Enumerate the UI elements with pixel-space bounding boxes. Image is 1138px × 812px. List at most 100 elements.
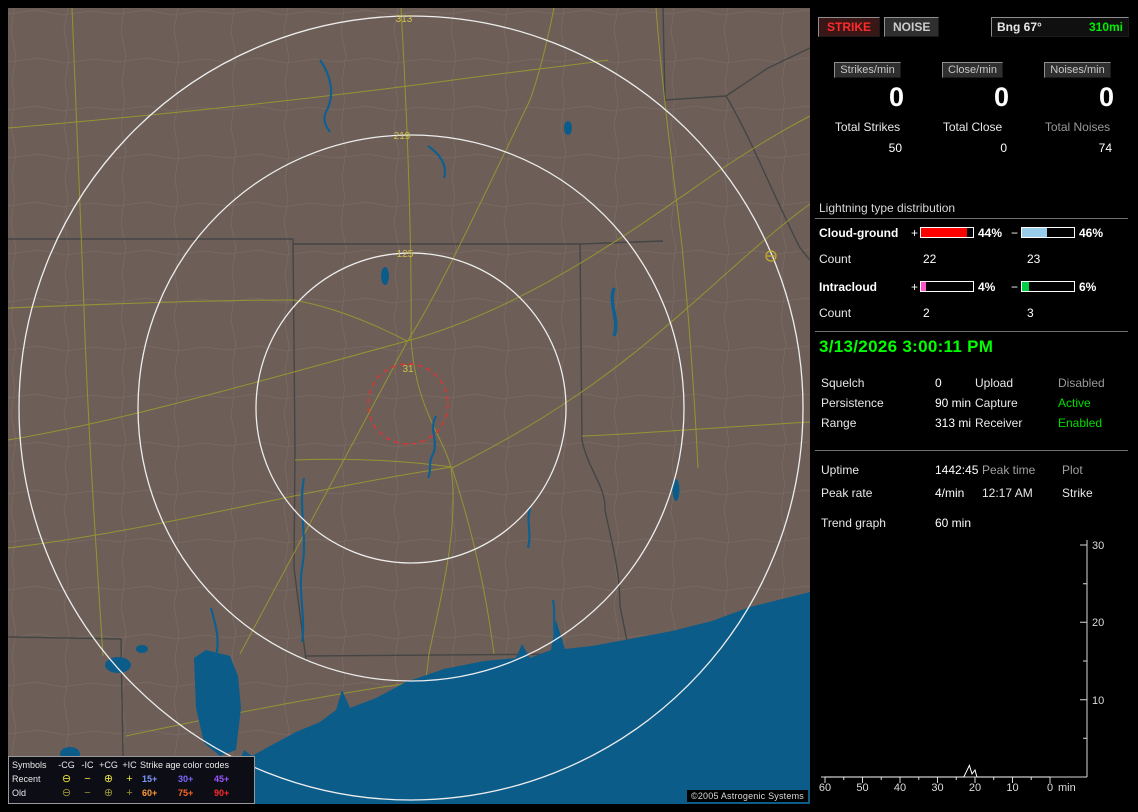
strikes-column: Strikes/min 0 Total Strikes 50 [815,62,920,155]
bearing-label: Bng 67° [997,20,1042,34]
ring-label-219: 219 [394,131,411,142]
cg-positive-count: 22 [923,252,937,266]
trend-x-labels: 60 50 40 30 20 10 0 min [819,782,1076,794]
squelch-label: Squelch [821,376,865,390]
close-per-min-header[interactable]: Close/min [942,62,1003,78]
divider [815,450,1128,451]
plot-value: Strike [1062,486,1093,500]
peak-time-value: 12:17 AM [982,486,1033,500]
squelch-value: 0 [935,376,942,390]
minus-sign: − [1011,226,1019,240]
ic-negative-pct: 6% [1079,280,1097,294]
intracloud-label: Intracloud [819,280,878,294]
svg-text:50: 50 [856,782,868,794]
map-view[interactable]: 313 219 125 31 Symbols -CG -IC +CG +IC S… [8,8,810,804]
neg-cg-recent-icon: ⊖ [61,772,72,785]
cg-positive-bar [920,227,974,238]
ic-positive-count: 2 [923,306,930,320]
minus-sign: − [1011,280,1019,294]
pos-ic-recent-icon: + [126,772,133,785]
strikes-per-min-header[interactable]: Strikes/min [834,62,901,78]
legend-symbols-header: Symbols [12,759,47,770]
map-svg: 313 219 125 31 [8,8,810,804]
ring-label-313: 313 [396,14,413,25]
ring-label-125: 125 [397,249,414,260]
nexstorm-app: { "map": { "ring_labels": ["313", "219",… [0,0,1138,812]
total-close-label: Total Close [942,120,1003,135]
settings-row: Range 313 mi Receiver Enabled [815,416,1131,430]
pos-ic-old-icon: + [126,786,133,799]
total-noises-value: 74 [1098,141,1112,156]
trend-axes [821,540,1088,783]
trend-series-line [825,764,1050,778]
legend-age-header: Strike age color codes [140,759,230,770]
peak-rate-value: 4/min [935,486,965,500]
svg-text:20: 20 [969,782,981,794]
total-close-value: 0 [1000,141,1007,156]
settings-row: Squelch 0 Upload Disabled [815,376,1131,390]
svg-text:40: 40 [894,782,906,794]
noises-per-min-header[interactable]: Noises/min [1044,62,1111,78]
legend-recent-label: Recent [12,773,41,784]
capture-status: Active [1058,396,1091,410]
age-15: 15+ [142,773,158,784]
datetime-display: 3/13/2026 3:00:11 PM [819,337,994,356]
stats-row: Peak rate 4/min 12:17 AM Strike [815,486,1131,500]
total-strikes-label: Total Strikes [834,120,901,135]
status-panel: STRIKE NOISE Bng 67° 310mi Strikes/min 0… [815,8,1131,804]
close-column: Close/min 0 Total Close 0 [920,62,1025,155]
trend-y-labels: 30 20 10 [1092,540,1104,707]
total-strikes-value: 50 [888,141,902,156]
legend-col-neg-cg: -CG [58,759,75,770]
age-75: 75+ [178,787,194,798]
peak-time-label: Peak time [982,463,1036,477]
plot-label: Plot [1062,463,1083,477]
ic-negative-bar-fill [1022,282,1029,291]
age-90: 90+ [214,787,230,798]
cloud-ground-label: Cloud-ground [819,226,899,240]
close-per-min-value: 0 [993,82,1009,112]
strike-button[interactable]: STRIKE [818,17,881,37]
receiver-status: Enabled [1058,416,1103,430]
noises-column: Noises/min 0 Total Noises 74 [1025,62,1130,155]
intracloud-count-row: Count 2 3 [815,306,1131,320]
total-noises-label: Total Noises [1044,120,1111,135]
peak-rate-label: Peak rate [821,486,873,500]
count-label: Count [819,306,852,320]
receiver-label: Receiver [975,416,1023,430]
settings-row: Persistence 90 min Capture Active [815,396,1131,410]
legend-old-row: Old ⊖ − ⊕ + 60+ 75+ 90+ [12,786,251,800]
range-value: 313 mi [935,416,972,430]
pos-cg-recent-icon: ⊕ [103,772,114,785]
cg-positive-pct: 44% [978,226,1003,240]
strikes-per-min-value: 0 [888,82,904,112]
legend-header-row: Symbols -CG -IC +CG +IC Strike age color… [12,758,251,772]
cg-negative-count: 23 [1027,252,1041,266]
ic-negative-count: 3 [1027,306,1034,320]
noise-button[interactable]: NOISE [884,17,940,37]
age-30: 30+ [178,773,194,784]
bearing-readout: Bng 67° 310mi [991,17,1129,37]
cg-positive-bar-fill [921,228,967,237]
trend-graph: 30 20 10 60 50 40 30 20 10 0 min [819,540,1104,794]
svg-text:0: 0 [1047,782,1053,794]
ic-positive-bar [920,281,974,292]
plus-sign: + [911,226,919,240]
pos-cg-old-icon: ⊕ [103,786,114,799]
bearing-range: 310mi [1088,20,1123,34]
cg-negative-bar-fill [1022,228,1047,237]
ic-positive-bar-fill [921,282,926,291]
legend-col-pos-cg: +CG [99,759,118,770]
ring-label-31: 31 [402,364,414,375]
svg-text:30: 30 [1092,540,1104,552]
trend-x-unit: min [1058,782,1076,794]
stats-row: Uptime 1442:45 Peak time Plot [815,463,1131,477]
legend-recent-row: Recent ⊖ − ⊕ + 15+ 30+ 45+ [12,772,251,786]
persistence-value: 90 min [935,396,972,410]
neg-ic-recent-icon: − [84,772,91,785]
ic-positive-pct: 4% [978,280,996,294]
legend-col-neg-ic: -IC [81,759,94,770]
upload-label: Upload [975,376,1014,390]
persistence-label: Persistence [821,396,884,410]
distribution-title: Lightning type distribution [819,201,956,215]
